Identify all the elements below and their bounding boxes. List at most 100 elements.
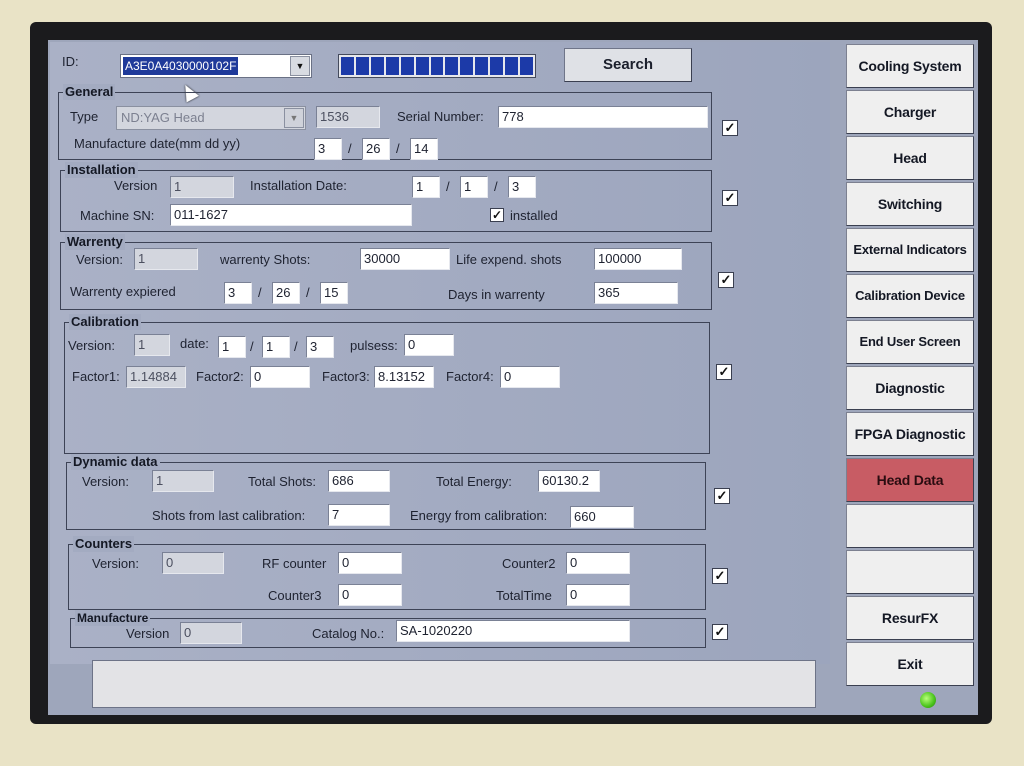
type-code-field: 1536 [316, 106, 380, 128]
exp-month-field[interactable]: 3 [224, 282, 252, 304]
dyn-version-field: 1 [152, 470, 214, 492]
totaltime-field[interactable]: 0 [566, 584, 630, 606]
id-value: A3E0A4030000102F [123, 57, 239, 75]
install-year-field[interactable]: 3 [508, 176, 536, 198]
pulses-field[interactable]: 0 [404, 334, 454, 356]
warrenty-checkbox[interactable]: ✓ [718, 272, 734, 288]
cal-year-field[interactable]: 3 [306, 336, 334, 358]
mfg-date-label: Manufacture date(mm dd yy) [74, 136, 241, 151]
mfg-year-field[interactable]: 14 [410, 138, 438, 160]
cal-version-field: 1 [134, 334, 170, 356]
cal-month-field[interactable]: 1 [218, 336, 246, 358]
counter2-label: Counter2 [502, 556, 556, 571]
factor1-label: Factor1: [72, 369, 120, 384]
pulses-label: pulsess: [350, 338, 398, 353]
counter3-field[interactable]: 0 [338, 584, 402, 606]
serial-label: Serial Number: [397, 109, 484, 124]
head-data-panel: ID: A3E0A4030000102F ▼ Search General Ty… [50, 42, 830, 664]
counters-version-label: Version: [92, 556, 139, 571]
counters-title: Counters [73, 536, 135, 552]
install-version-field: 1 [170, 176, 234, 198]
catalog-label: Catalog No.: [312, 626, 385, 641]
progress-bar [338, 54, 536, 78]
status-bar [92, 660, 816, 708]
rf-counter-field[interactable]: 0 [338, 552, 402, 574]
calibration-checkbox[interactable]: ✓ [716, 364, 732, 380]
warrenty-expired-label: Warrenty expiered [70, 284, 176, 299]
machine-sn-field[interactable]: 011-1627 [170, 204, 412, 226]
manufacture-title: Manufacture [75, 610, 151, 626]
totaltime-label: TotalTime [496, 588, 552, 603]
manufacture-version-field: 0 [180, 622, 242, 644]
total-shots-field[interactable]: 686 [328, 470, 390, 492]
catalog-field[interactable]: SA-1020220 [396, 620, 630, 642]
nav-exit[interactable]: Exit [846, 642, 974, 686]
warrenty-title: Warrenty [65, 234, 125, 250]
total-energy-label: Total Energy: [436, 474, 512, 489]
installation-title: Installation [65, 162, 138, 178]
nav-external-indicators[interactable]: External Indicators [846, 228, 974, 272]
cal-date-label: date: [180, 336, 209, 351]
dyn-version-label: Version: [82, 474, 129, 489]
nav-calibration-device[interactable]: Calibration Device [846, 274, 974, 318]
shots-from-cal-field[interactable]: 7 [328, 504, 390, 526]
installation-checkbox[interactable]: ✓ [722, 190, 738, 206]
manufacture-checkbox[interactable]: ✓ [712, 624, 728, 640]
general-checkbox[interactable]: ✓ [722, 120, 738, 136]
energy-from-cal-field[interactable]: 660 [570, 506, 634, 528]
warrenty-shots-field[interactable]: 30000 [360, 248, 450, 270]
dynamic-data-title: Dynamic data [71, 454, 160, 470]
warrenty-version-label: Version: [76, 252, 123, 267]
dynamic-data-checkbox[interactable]: ✓ [714, 488, 730, 504]
status-led-icon [920, 692, 936, 708]
cal-version-label: Version: [68, 338, 115, 353]
installed-checkbox[interactable]: ✓ [490, 208, 504, 222]
factor4-field[interactable]: 0 [500, 366, 560, 388]
factor2-field[interactable]: 0 [250, 366, 310, 388]
install-day-field[interactable]: 1 [460, 176, 488, 198]
chevron-down-icon[interactable]: ▼ [290, 56, 310, 76]
chevron-down-icon[interactable]: ▼ [284, 108, 304, 128]
total-energy-field[interactable]: 60130.2 [538, 470, 600, 492]
exp-day-field[interactable]: 26 [272, 282, 300, 304]
mfg-month-field[interactable]: 3 [314, 138, 342, 160]
install-month-field[interactable]: 1 [412, 176, 440, 198]
exp-year-field[interactable]: 15 [320, 282, 348, 304]
nav-diagnostic[interactable]: Diagnostic [846, 366, 974, 410]
cal-day-field[interactable]: 1 [262, 336, 290, 358]
counters-version-field: 0 [162, 552, 224, 574]
warrenty-version-field: 1 [134, 248, 198, 270]
nav-charger[interactable]: Charger [846, 90, 974, 134]
factor3-field[interactable]: 8.13152 [374, 366, 434, 388]
total-shots-label: Total Shots: [248, 474, 316, 489]
nav-switching[interactable]: Switching [846, 182, 974, 226]
nav-fpga-diagnostic[interactable]: FPGA Diagnostic [846, 412, 974, 456]
search-button[interactable]: Search [564, 48, 692, 82]
energy-from-cal-label: Energy from calibration: [410, 508, 548, 523]
rf-counter-label: RF counter [262, 556, 327, 571]
counter2-field[interactable]: 0 [566, 552, 630, 574]
id-dropdown[interactable]: A3E0A4030000102F ▼ [120, 54, 312, 78]
nav-empty-1[interactable] [846, 504, 974, 548]
factor2-label: Factor2: [196, 369, 244, 384]
factor3-label: Factor3: [322, 369, 370, 384]
days-in-warrenty-field[interactable]: 365 [594, 282, 678, 304]
nav-head-data[interactable]: Head Data [846, 458, 974, 502]
nav-empty-2[interactable] [846, 550, 974, 594]
type-value: ND:YAG Head [121, 110, 205, 125]
nav-end-user-screen[interactable]: End User Screen [846, 320, 974, 364]
factor4-label: Factor4: [446, 369, 494, 384]
screen: ID: A3E0A4030000102F ▼ Search General Ty… [48, 40, 978, 715]
installed-label: installed [510, 208, 558, 223]
life-expend-field[interactable]: 100000 [594, 248, 682, 270]
mfg-day-field[interactable]: 26 [362, 138, 390, 160]
nav-cooling-system[interactable]: Cooling System [846, 44, 974, 88]
type-dropdown[interactable]: ND:YAG Head ▼ [116, 106, 306, 130]
nav-resurfx[interactable]: ResurFX [846, 596, 974, 640]
life-expend-label: Life expend. shots [456, 252, 562, 267]
install-date-label: Installation Date: [250, 178, 347, 193]
serial-number-field[interactable]: 778 [498, 106, 708, 128]
nav-head[interactable]: Head [846, 136, 974, 180]
counter3-label: Counter3 [268, 588, 322, 603]
counters-checkbox[interactable]: ✓ [712, 568, 728, 584]
